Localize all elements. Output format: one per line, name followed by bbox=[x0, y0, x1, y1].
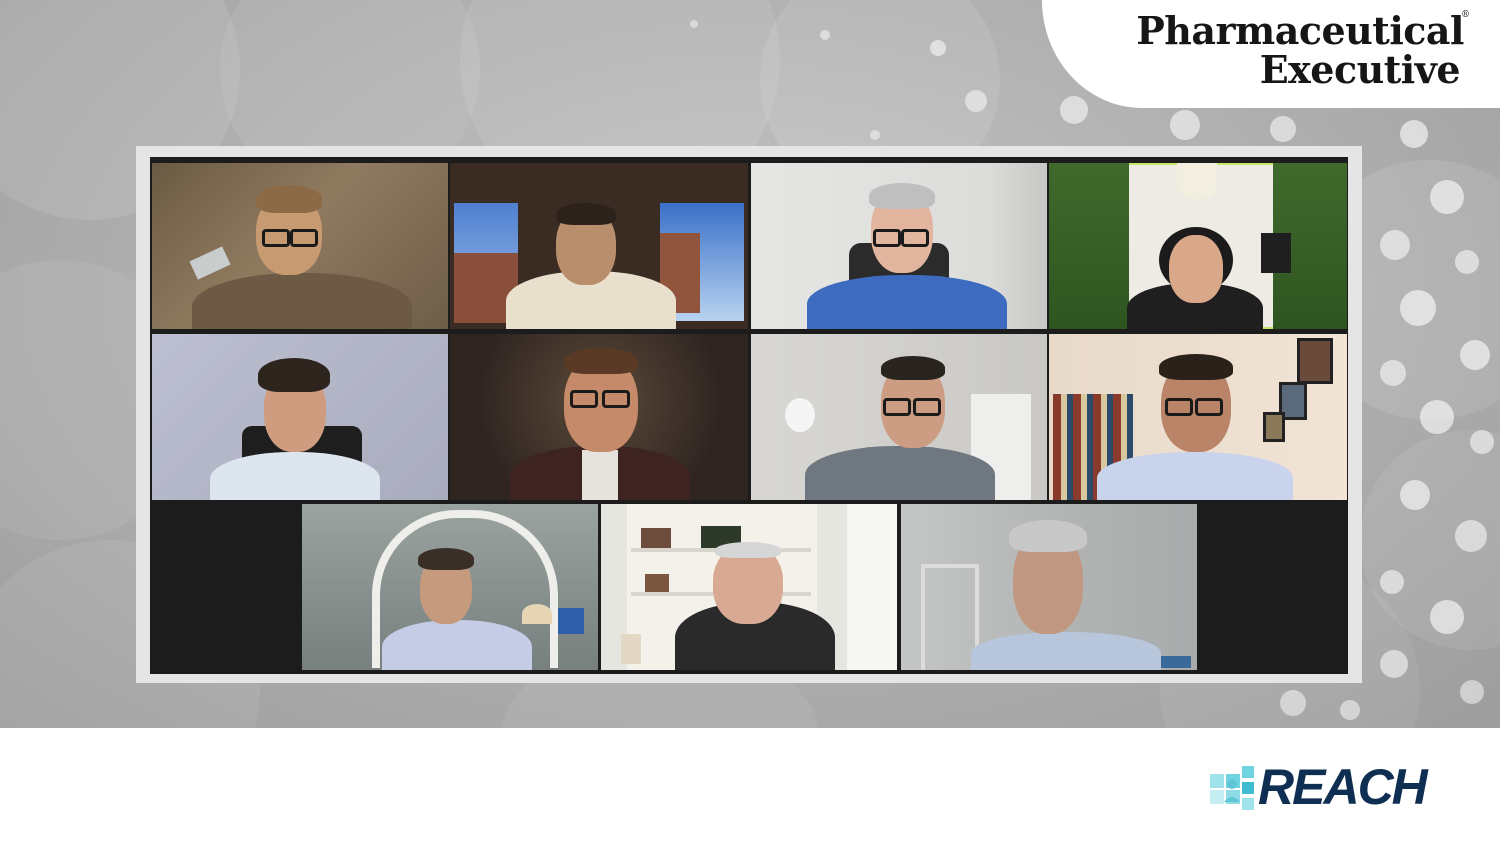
participant-tile-9[interactable] bbox=[302, 504, 598, 670]
participant-tile-6[interactable] bbox=[450, 334, 748, 500]
participant-tile-10[interactable] bbox=[601, 504, 897, 670]
participant-tile-8[interactable] bbox=[1049, 334, 1347, 500]
participant-tile-7[interactable] bbox=[751, 334, 1047, 500]
registered-mark: ® bbox=[1461, 10, 1470, 20]
participant-tile-2[interactable] bbox=[450, 163, 748, 329]
participant-tile-4[interactable] bbox=[1049, 163, 1347, 329]
participant-tile-5[interactable] bbox=[152, 334, 448, 500]
video-gallery bbox=[150, 157, 1348, 674]
participant-tile-11[interactable] bbox=[901, 504, 1197, 670]
participant-tile-3[interactable] bbox=[751, 163, 1047, 329]
reach-wordmark: REACH bbox=[1258, 759, 1428, 815]
participant-tile-1[interactable] bbox=[152, 163, 448, 329]
brand-line-2: Executive bbox=[1259, 47, 1461, 92]
pharmaceutical-executive-logo: Pharmaceutical ® Executive bbox=[1042, 0, 1500, 108]
